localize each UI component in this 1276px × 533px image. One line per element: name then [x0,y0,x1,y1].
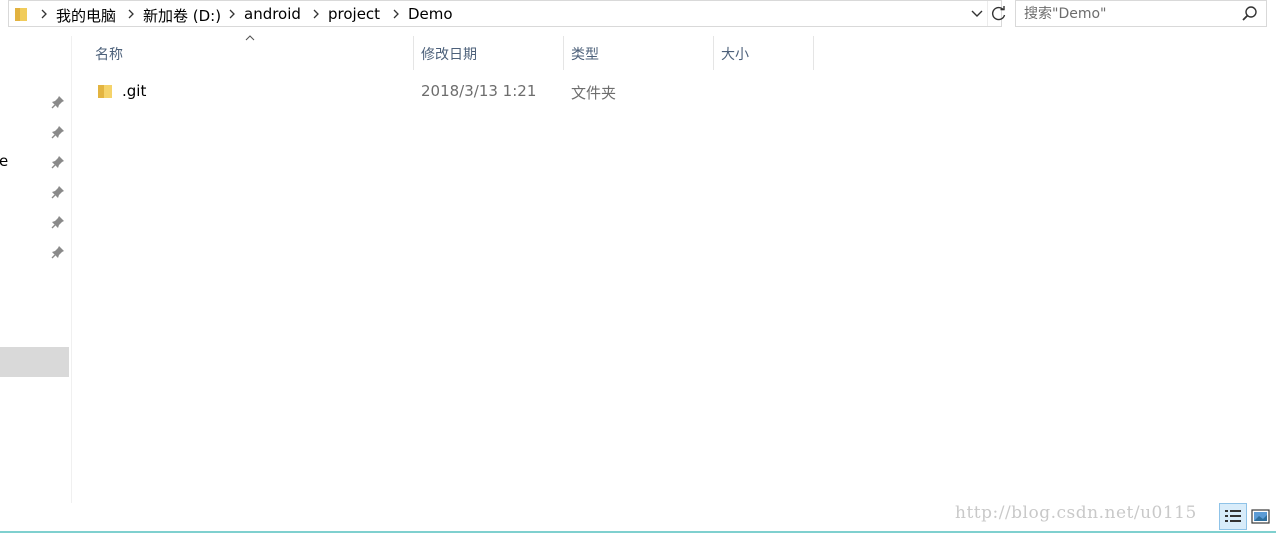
column-header-type[interactable]: 类型 [571,44,599,64]
file-type: 文件夹 [571,84,617,102]
search-input[interactable] [1024,4,1234,24]
search-box[interactable] [1015,0,1267,27]
column-divider[interactable] [713,36,714,70]
pin-icon[interactable] [51,245,65,259]
large-icons-view-icon[interactable] [1250,507,1272,527]
file-row[interactable]: .git 2018/3/13 1:21 文件夹 [90,80,815,104]
breadcrumb-my-computer[interactable]: 我的电脑 [56,5,116,26]
details-view-button[interactable] [1219,503,1247,530]
breadcrumb-project[interactable]: project [328,5,380,23]
pin-icon[interactable] [51,95,65,109]
pin-icon[interactable] [51,125,65,139]
column-divider[interactable] [813,36,814,70]
chevron-right-icon [128,9,134,19]
breadcrumb-drive-d[interactable]: 新加卷 (D:) [143,5,221,26]
sort-ascending-icon [245,35,255,41]
chevron-right-icon [313,9,319,19]
address-bar[interactable]: 我的电脑 新加卷 (D:) android project Demo [8,0,1006,27]
column-header-date-modified[interactable]: 修改日期 [421,44,477,64]
navigation-pane: e [0,28,71,505]
chevron-right-icon [393,9,399,19]
column-header-name[interactable]: 名称 [95,44,123,64]
pin-icon[interactable] [51,185,65,199]
file-name: .git [122,82,147,100]
breadcrumb-android[interactable]: android [244,5,301,23]
file-date-modified: 2018/3/13 1:21 [421,82,537,100]
folder-icon [98,85,112,98]
chevron-right-icon [229,9,235,19]
nav-selected-item[interactable] [0,347,69,377]
column-header-size[interactable]: 大小 [721,44,749,64]
pin-icon[interactable] [51,215,65,229]
refresh-icon[interactable] [987,1,1010,26]
column-divider[interactable] [413,36,414,70]
watermark-text: http://blog.csdn.net/u0115 [955,503,1197,523]
nav-item-label[interactable]: e [0,152,8,170]
pin-icon[interactable] [51,155,65,169]
folder-icon [15,8,27,21]
pane-divider[interactable] [71,36,72,503]
details-view-icon [1225,510,1241,522]
search-icon[interactable] [1241,5,1259,23]
breadcrumb-demo[interactable]: Demo [408,5,453,23]
chevron-down-icon[interactable] [967,1,987,26]
chevron-right-icon [41,9,47,19]
column-divider[interactable] [563,36,564,70]
